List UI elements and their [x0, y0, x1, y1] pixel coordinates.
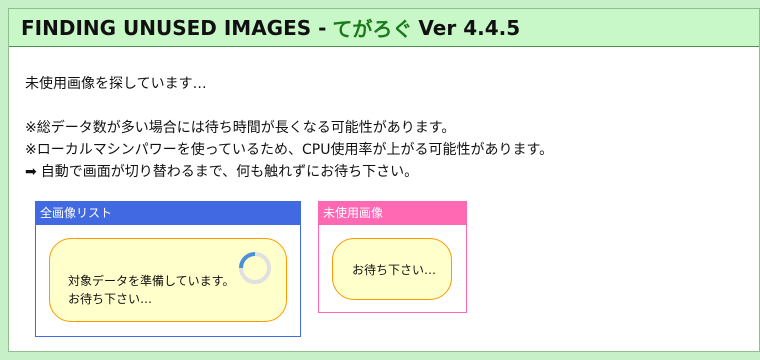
title-prefix: FINDING UNUSED IMAGES -: [21, 15, 327, 40]
loading-message: 未使用画像を探しています…: [25, 76, 207, 92]
all-images-panel-header: 全画像リスト: [36, 202, 300, 225]
instruction-text: 自動で画面が切り替わるまで、何も触れずにお待ち下さい。: [40, 164, 419, 180]
all-images-panel: 全画像リスト 対象データを準備しています。 お待ち下さい…: [35, 201, 301, 337]
status-line: お待ち下さい…: [68, 292, 153, 306]
version-label: Ver 4.4.5: [418, 15, 521, 40]
content-area: 未使用画像を探しています… ※総データ数が多い場合には待ち時間が長くなる可能性が…: [25, 47, 759, 351]
unused-images-status-text: お待ち下さい…: [352, 263, 437, 277]
loading-spinner-icon: [239, 252, 271, 284]
all-images-status-text: 対象データを準備しています。 お待ち下さい…: [68, 272, 234, 308]
unused-images-panel: 未使用画像 お待ち下さい…: [318, 201, 467, 313]
unused-images-panel-header: 未使用画像: [319, 202, 466, 225]
main-window: FINDING UNUSED IMAGES - てがろぐ Ver 4.4.5 未…: [8, 8, 760, 352]
note-line: ※総データ数が多い場合には待ち時間が長くなる可能性があります。: [25, 120, 456, 136]
all-images-status-bubble: 対象データを準備しています。 お待ち下さい…: [49, 238, 287, 322]
unused-images-status-bubble: お待ち下さい…: [332, 238, 452, 300]
notes-block: ※総データ数が多い場合には待ち時間が長くなる可能性があります。 ※ローカルマシン…: [25, 117, 553, 183]
brand-name: てがろぐ: [332, 17, 413, 41]
title-bar: FINDING UNUSED IMAGES - てがろぐ Ver 4.4.5: [9, 9, 759, 47]
note-line-instruction: ➡ 自動で画面が切り替わるまで、何も触れずにお待ち下さい。: [25, 161, 553, 183]
note-line: ※ローカルマシンパワーを使っているため、CPU使用率が上がる可能性があります。: [25, 142, 554, 158]
arrow-right-icon: ➡: [25, 164, 37, 180]
status-line: 対象データを準備しています。: [68, 274, 235, 288]
